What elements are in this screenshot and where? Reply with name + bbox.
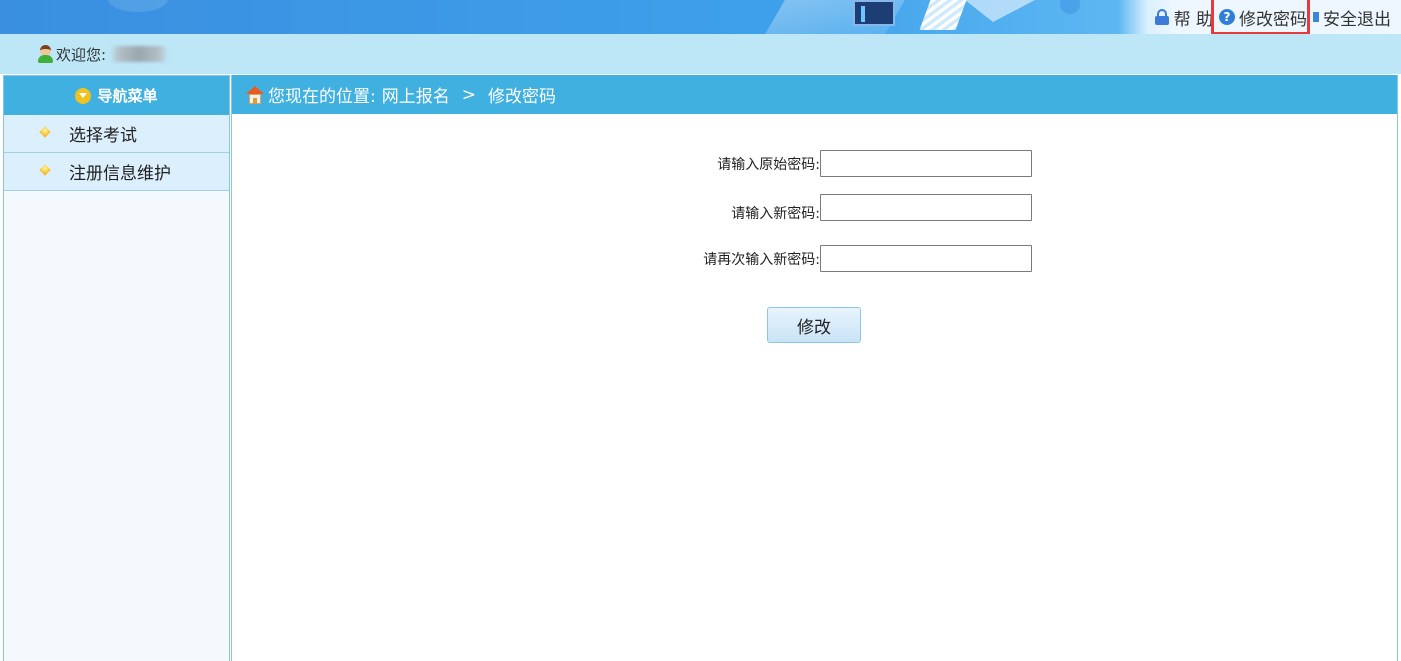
logout-link-label: 安全退出 (1323, 9, 1391, 30)
stairs-illustration (919, 0, 967, 30)
sidebar: 导航菜单 选择考试 注册信息维护 (3, 75, 230, 661)
change-password-link[interactable]: ? 修改密码 (1219, 5, 1307, 30)
main-panel: 您现在的位置: 网上报名 > 修改密码 请输入原始密码: 请输入新密码: 请再次… (231, 75, 1398, 661)
sidebar-item-label: 选择考试 (69, 126, 137, 146)
sidebar-item-select-exam[interactable]: 选择考试 (4, 115, 229, 153)
help-icon: ? (1219, 9, 1235, 25)
chevron-down-icon (75, 87, 92, 104)
breadcrumb: 您现在的位置: 网上报名 > 修改密码 (232, 75, 1397, 114)
welcome-text: 欢迎您: (56, 45, 107, 64)
cylinder-illustration (1060, 0, 1080, 14)
submit-button[interactable]: 修改 (767, 307, 861, 343)
sidebar-header: 导航菜单 (4, 76, 229, 115)
help-link-label: 帮 助 (1173, 9, 1213, 30)
banner-illustration (765, 0, 1115, 34)
old-password-input[interactable] (820, 150, 1032, 177)
sidebar-title: 导航菜单 (97, 87, 158, 105)
confirm-password-input[interactable] (820, 245, 1032, 272)
welcome-bar: 欢迎您: (0, 34, 1401, 74)
confirm-password-row: 请再次输入新密码: (632, 245, 1032, 272)
lock-icon (1154, 9, 1170, 25)
breadcrumb-section: 网上报名 (381, 87, 450, 107)
logout-link[interactable]: 安全退出 (1313, 5, 1391, 30)
bullet-icon (39, 125, 51, 138)
change-password-link-label: 修改密码 (1239, 9, 1307, 30)
new-password-label: 请输入新密码: (731, 206, 820, 222)
sidebar-item-registration-info[interactable]: 注册信息维护 (4, 153, 229, 191)
breadcrumb-current: 修改密码 (487, 87, 556, 107)
new-password-input[interactable] (820, 193, 1032, 221)
new-password-row: 请输入新密码: (632, 191, 1032, 223)
banner-decoration (108, 0, 168, 12)
help-link[interactable]: 帮 助 (1154, 5, 1213, 30)
exit-icon (1313, 9, 1319, 25)
old-password-row: 请输入原始密码: (632, 150, 1032, 177)
sidebar-item-label: 注册信息维护 (69, 164, 171, 184)
monitor-bar (861, 6, 865, 22)
top-banner: 帮 助 ? 修改密码 安全退出 (0, 0, 1401, 34)
bullet-icon (39, 163, 51, 176)
masked-username (110, 46, 169, 62)
top-links: 帮 助 ? 修改密码 安全退出 (1117, 0, 1401, 34)
user-icon (37, 45, 54, 63)
monitor-illustration (853, 0, 895, 26)
breadcrumb-prefix: 您现在的位置: (268, 87, 376, 107)
home-icon (246, 85, 264, 104)
old-password-label: 请输入原始密码: (717, 156, 820, 173)
shape-illustration (965, 0, 1035, 22)
confirm-password-label: 请再次输入新密码: (703, 251, 820, 268)
breadcrumb-separator: > (461, 84, 476, 105)
